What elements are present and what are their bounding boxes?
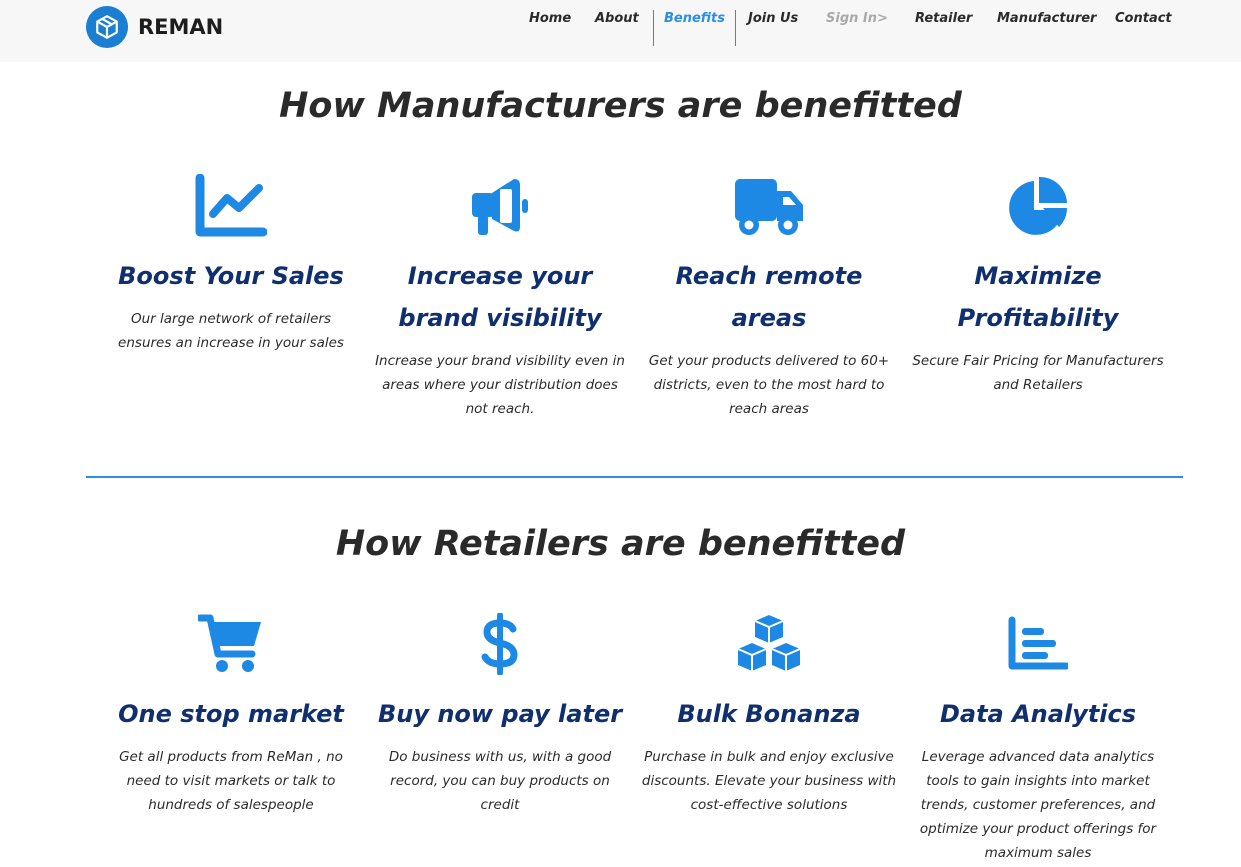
megaphone-icon: [370, 175, 630, 237]
pie-chart-icon: [908, 175, 1168, 237]
section-divider: [86, 476, 1183, 478]
card-description: Leverage advanced data analytics tools t…: [919, 749, 1157, 861]
card-description: Get all products from ReMan , no need to…: [119, 749, 343, 813]
retailers-heading: How Retailers are benefitted: [335, 524, 906, 564]
brand[interactable]: REMAN: [86, 6, 223, 48]
bar-chart-icon: [908, 613, 1168, 675]
benefit-card: Buy now pay later Do business with us, w…: [370, 613, 630, 817]
cube-icon: [86, 6, 128, 48]
nav-benefits[interactable]: Benefits: [653, 10, 736, 46]
benefit-card: Increase your brand visibility Increase …: [370, 175, 630, 421]
benefit-card: Maximize Profitability Secure Fair Prici…: [908, 175, 1168, 397]
card-title: One stop market: [118, 700, 344, 728]
nav-sign-in[interactable]: Sign In>: [826, 10, 888, 46]
manufacturers-heading: How Manufacturers are benefitted: [279, 86, 962, 126]
benefit-card: Boost Your Sales Our large network of re…: [101, 174, 361, 355]
card-title: Bulk Bonanza: [677, 700, 861, 728]
card-description: Secure Fair Pricing for Manufacturers an…: [912, 353, 1164, 393]
dollar-sign-icon: [370, 613, 630, 675]
card-description: Do business with us, with a good record,…: [388, 749, 612, 813]
cubes-icon: [639, 613, 899, 675]
benefit-card: One stop market Get all products from Re…: [101, 613, 361, 817]
line-chart-icon: [101, 174, 361, 237]
benefit-card: Bulk Bonanza Purchase in bulk and enjoy …: [639, 613, 899, 817]
brand-name: REMAN: [138, 15, 224, 39]
shopping-cart-icon: [101, 613, 361, 675]
truck-icon: [639, 175, 899, 237]
nav-join-us[interactable]: Join Us: [748, 10, 798, 46]
nav-retailer[interactable]: Retailer: [915, 10, 972, 46]
card-title: Maximize Profitability: [957, 262, 1119, 332]
card-title: Reach remote areas: [675, 262, 863, 332]
card-title: Boost Your Sales: [118, 262, 344, 290]
card-description: Increase your brand visibility even in a…: [375, 353, 625, 417]
nav-about[interactable]: About: [595, 10, 639, 46]
navbar: REMAN Home About Benefits Join Us Sign I…: [0, 0, 1241, 62]
benefit-card: Reach remote areas Get your products del…: [639, 175, 899, 421]
card-description: Purchase in bulk and enjoy exclusive dis…: [641, 749, 897, 813]
nav-home[interactable]: Home: [529, 10, 571, 46]
card-title: Data Analytics: [939, 700, 1137, 728]
card-description: Get your products delivered to 60+ distr…: [648, 353, 890, 417]
card-description: Our large network of retailers ensures a…: [118, 311, 344, 351]
nav-contact[interactable]: Contact: [1115, 10, 1172, 46]
card-title: Buy now pay later: [377, 700, 623, 728]
card-title: Increase your brand visibility: [398, 262, 602, 332]
nav-manufacturer[interactable]: Manufacturer: [997, 10, 1096, 46]
benefit-card: Data Analytics Leverage advanced data an…: [908, 613, 1168, 865]
